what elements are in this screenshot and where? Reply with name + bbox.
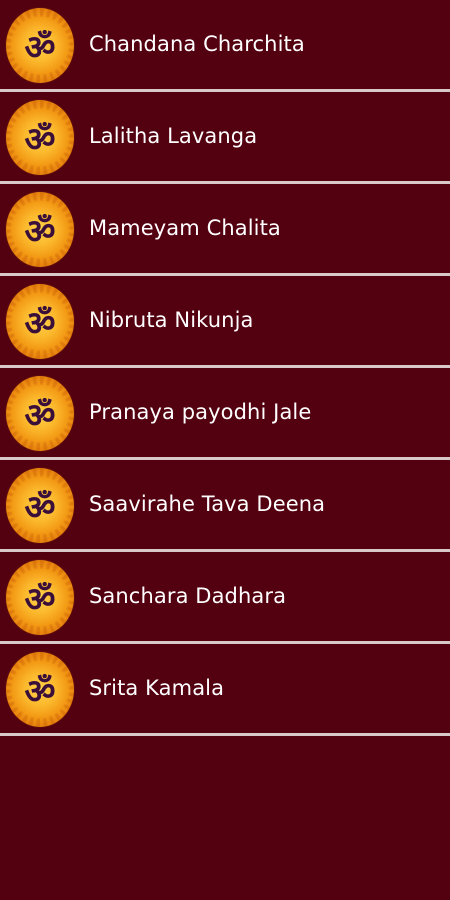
svg-text:ॐ: ॐ (24, 396, 55, 436)
om-icon: ॐ (6, 560, 74, 635)
svg-text:ॐ: ॐ (24, 304, 55, 344)
song-list: ॐ Chandana Charchita ॐ Lalitha Lavanga ॐ… (0, 0, 450, 736)
list-item-label: Mameyam Chalita (89, 216, 281, 240)
om-icon: ॐ (6, 468, 74, 543)
svg-text:ॐ: ॐ (24, 28, 55, 68)
om-icon: ॐ (6, 284, 74, 359)
list-item-label: Saavirahe Tava Deena (89, 492, 326, 516)
svg-text:ॐ: ॐ (24, 488, 55, 528)
list-item-label: Nibruta Nikunja (89, 308, 254, 332)
om-icon: ॐ (6, 376, 74, 451)
list-item-label: Pranaya payodhi Jale (89, 400, 312, 424)
om-icon: ॐ (6, 8, 74, 83)
om-icon: ॐ (6, 192, 74, 267)
svg-text:ॐ: ॐ (24, 672, 55, 712)
list-item-label: Sanchara Dadhara (89, 584, 287, 608)
list-item[interactable]: ॐ Sanchara Dadhara (0, 552, 450, 644)
list-item-label: Chandana Charchita (89, 32, 305, 56)
list-item[interactable]: ॐ Nibruta Nikunja (0, 276, 450, 368)
list-item[interactable]: ॐ Mameyam Chalita (0, 184, 450, 276)
list-item[interactable]: ॐ Saavirahe Tava Deena (0, 460, 450, 552)
list-item[interactable]: ॐ Chandana Charchita (0, 0, 450, 92)
list-item[interactable]: ॐ Srita Kamala (0, 644, 450, 736)
list-item-label: Srita Kamala (89, 676, 225, 700)
svg-text:ॐ: ॐ (24, 120, 55, 160)
om-icon: ॐ (6, 652, 74, 727)
list-item[interactable]: ॐ Lalitha Lavanga (0, 92, 450, 184)
svg-text:ॐ: ॐ (24, 212, 55, 252)
svg-text:ॐ: ॐ (24, 580, 55, 620)
list-item[interactable]: ॐ Pranaya payodhi Jale (0, 368, 450, 460)
om-icon: ॐ (6, 100, 74, 175)
list-item-label: Lalitha Lavanga (89, 124, 258, 148)
